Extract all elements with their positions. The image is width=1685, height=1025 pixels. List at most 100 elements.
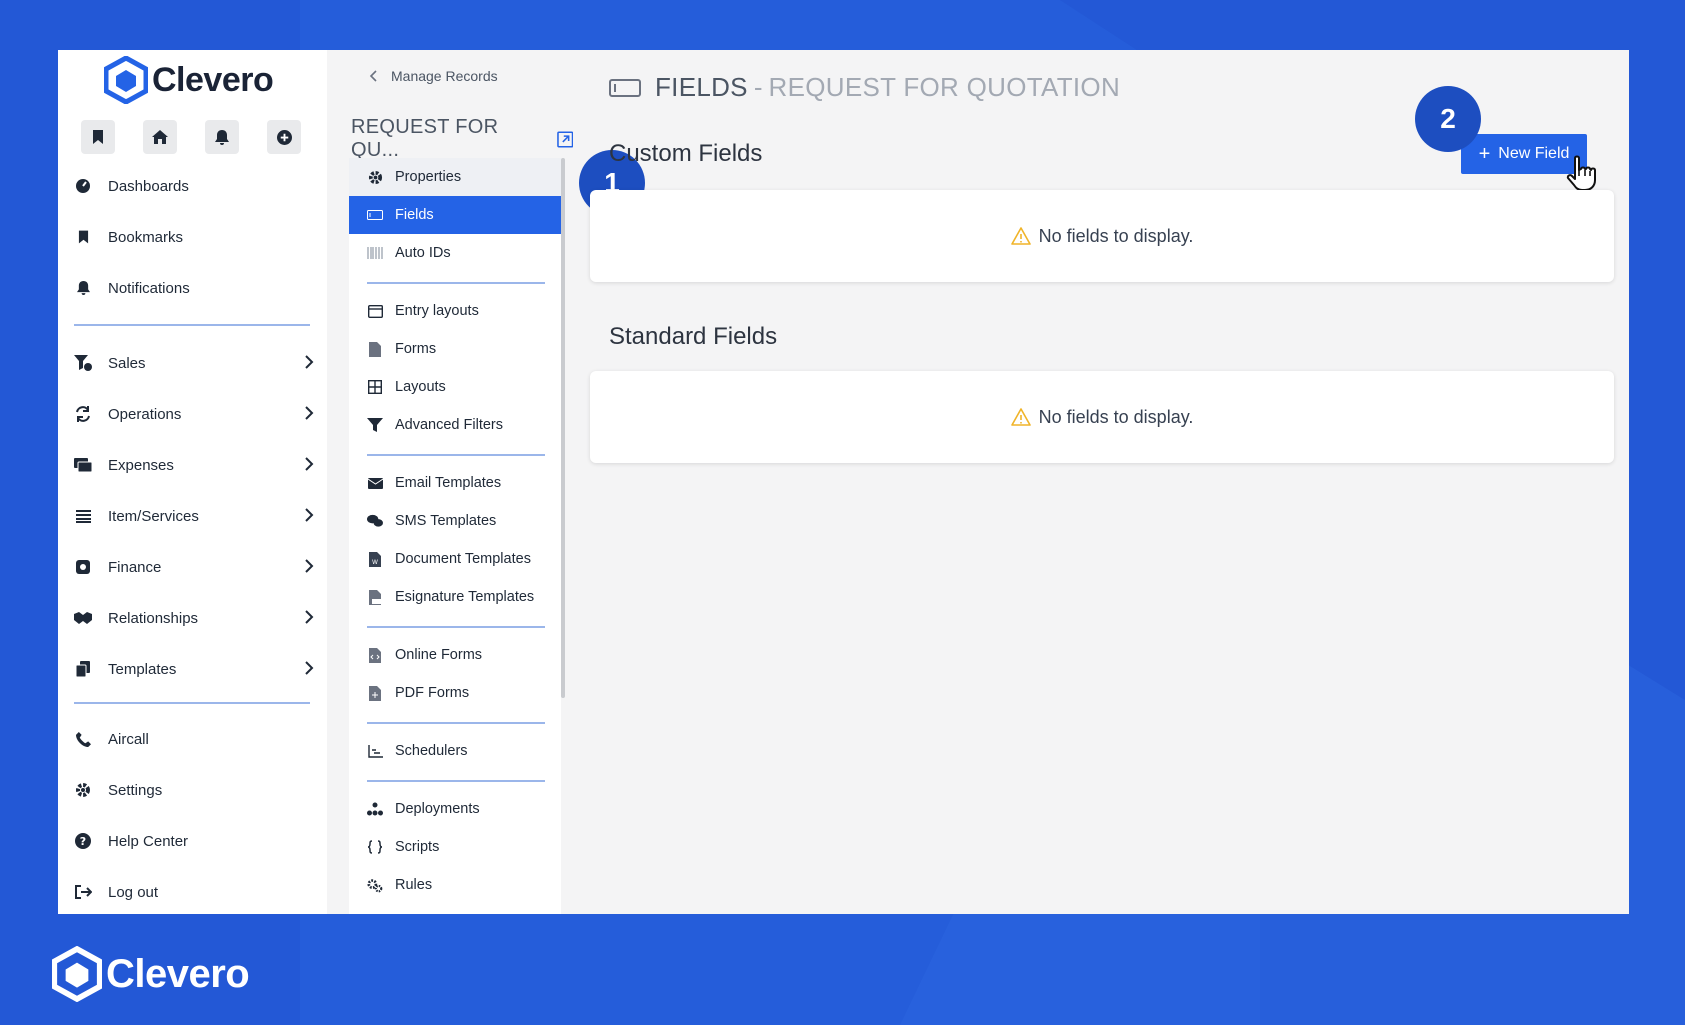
- menu-item-label: Forms: [395, 341, 437, 357]
- svg-text:?: ?: [80, 835, 86, 848]
- step-badge-label: 2: [1440, 103, 1456, 134]
- sidebar-item-item-services[interactable]: Item/Services: [74, 501, 314, 531]
- sync-icon: [76, 406, 90, 422]
- menu-item-document-templates[interactable]: W Document Templates: [349, 540, 561, 578]
- page-title-record: REQUEST FOR QUOTATION: [768, 72, 1121, 102]
- sidebar-item-finance[interactable]: Finance: [74, 552, 314, 582]
- grid-icon: [368, 380, 382, 394]
- chevron-right-icon: [305, 457, 314, 471]
- menu-item-label: Esignature Templates: [395, 589, 535, 605]
- sidebar-item-relationships[interactable]: Relationships: [74, 603, 314, 633]
- menu-item-forms[interactable]: Forms: [349, 330, 561, 368]
- menu-item-esignature-templates[interactable]: Esignature Templates: [349, 578, 561, 616]
- quick-home-button[interactable]: [143, 120, 177, 154]
- sidebar-divider: [74, 324, 310, 326]
- sidebar-item-label: Log out: [108, 883, 159, 901]
- code-file-icon: [369, 647, 381, 663]
- menu-item-auto-ids[interactable]: Auto IDs: [349, 234, 561, 272]
- external-link-icon[interactable]: [556, 130, 574, 148]
- menu-item-layouts[interactable]: Layouts: [349, 368, 561, 406]
- menu-item-sms-templates[interactable]: SMS Templates: [349, 502, 561, 540]
- sidebar-item-dashboards[interactable]: Dashboards: [74, 171, 314, 201]
- quick-notifications-button[interactable]: [205, 120, 239, 154]
- envelope-icon: [367, 477, 383, 489]
- bookmark-icon: [78, 230, 88, 244]
- sidebar-item-logout[interactable]: Log out: [74, 877, 314, 907]
- menu-item-label: Fields: [395, 207, 434, 223]
- empty-state-text: No fields to display.: [1038, 225, 1194, 246]
- menu-divider: [367, 454, 545, 456]
- menu-item-label: SMS Templates: [395, 513, 497, 529]
- chevron-left-icon: [369, 70, 377, 82]
- menu-item-advanced-filters[interactable]: Advanced Filters: [349, 406, 561, 444]
- sidebar-item-templates[interactable]: Templates: [74, 654, 314, 684]
- record-settings-panel: Manage Records REQUEST FOR QU... Propert…: [327, 50, 645, 914]
- step-badge-2: 2: [1415, 86, 1481, 152]
- gear-icon: [368, 170, 382, 184]
- sidebar-item-settings[interactable]: Settings: [74, 775, 314, 805]
- chevron-right-icon: [305, 355, 314, 369]
- window-icon: [367, 304, 383, 318]
- funnel-dollar-icon: [74, 355, 92, 371]
- menu-item-label: Deployments: [395, 801, 480, 817]
- page-title-main: FIELDS: [655, 72, 748, 102]
- sidebar-item-aircall[interactable]: Aircall: [74, 724, 314, 754]
- sidebar-item-notifications[interactable]: Notifications: [74, 273, 314, 303]
- chevron-right-icon: [305, 508, 314, 522]
- menu-item-email-templates[interactable]: Email Templates: [349, 464, 561, 502]
- menu-item-entry-layouts[interactable]: Entry layouts: [349, 292, 561, 330]
- menu-divider: [367, 626, 545, 628]
- menu-item-label: Schedulers: [395, 743, 468, 759]
- sidebar-item-label: Sales: [108, 354, 146, 372]
- menu-item-deployments[interactable]: Deployments: [349, 790, 561, 828]
- sidebar-item-label: Aircall: [108, 730, 149, 748]
- sidebar: Clevero Dashboards Bookmarks Notificatio…: [58, 50, 327, 914]
- quick-actions: [81, 120, 301, 154]
- menu-item-online-forms[interactable]: Online Forms: [349, 636, 561, 674]
- logout-icon: [74, 885, 92, 899]
- menu-divider: [367, 780, 545, 782]
- phone-icon: [75, 731, 91, 747]
- sidebar-item-label: Templates: [108, 660, 177, 678]
- sidebar-item-label: Notifications: [108, 279, 190, 297]
- sitemap-icon: [367, 802, 383, 816]
- breadcrumb-link[interactable]: Manage Records: [391, 68, 498, 84]
- sidebar-item-label: Finance: [108, 558, 162, 576]
- menu-item-properties[interactable]: Properties: [349, 158, 561, 196]
- menu-scrollbar[interactable]: [561, 158, 565, 698]
- chart-icon: [367, 744, 383, 758]
- sidebar-item-label: Bookmarks: [108, 228, 184, 246]
- menu-item-label: Email Templates: [395, 475, 502, 491]
- field-icon: [609, 78, 641, 97]
- quick-bookmark-button[interactable]: [81, 120, 115, 154]
- menu-item-rules[interactable]: Rules: [349, 866, 561, 904]
- sidebar-item-operations[interactable]: Operations: [74, 399, 314, 429]
- gears-icon: [367, 878, 383, 892]
- bell-icon: [76, 281, 90, 295]
- menu-item-label: Layouts: [395, 379, 446, 395]
- app-window: Clevero Dashboards Bookmarks Notificatio…: [58, 50, 1629, 914]
- word-file-icon: W: [369, 551, 381, 567]
- menu-item-scripts[interactable]: Scripts: [349, 828, 561, 866]
- bookmark-icon: [93, 130, 103, 144]
- help-icon: ?: [75, 833, 91, 849]
- chat-icon: [367, 514, 383, 527]
- record-title-text: REQUEST FOR QU...: [351, 116, 499, 161]
- app-logo[interactable]: Clevero: [104, 56, 274, 104]
- breadcrumb[interactable]: Manage Records: [369, 68, 498, 84]
- menu-item-schedulers[interactable]: Schedulers: [349, 732, 561, 770]
- sidebar-item-expenses[interactable]: Expenses: [74, 450, 314, 480]
- menu-item-fields[interactable]: Fields: [349, 196, 561, 234]
- field-icon: [367, 210, 383, 220]
- dashboard-icon: [76, 179, 90, 193]
- quick-add-button[interactable]: [267, 120, 301, 154]
- new-field-label: New Field: [1498, 145, 1570, 162]
- hand-pointer-icon: [1566, 155, 1596, 191]
- menu-divider: [367, 282, 545, 284]
- sidebar-item-sales[interactable]: Sales: [74, 348, 314, 378]
- menu-item-pdf-forms[interactable]: PDF Forms: [349, 674, 561, 712]
- brand-name: Clevero: [152, 60, 274, 99]
- sidebar-item-bookmarks[interactable]: Bookmarks: [74, 222, 314, 252]
- menu-item-label: Properties: [395, 169, 462, 185]
- sidebar-item-help-center[interactable]: ? Help Center: [74, 826, 314, 856]
